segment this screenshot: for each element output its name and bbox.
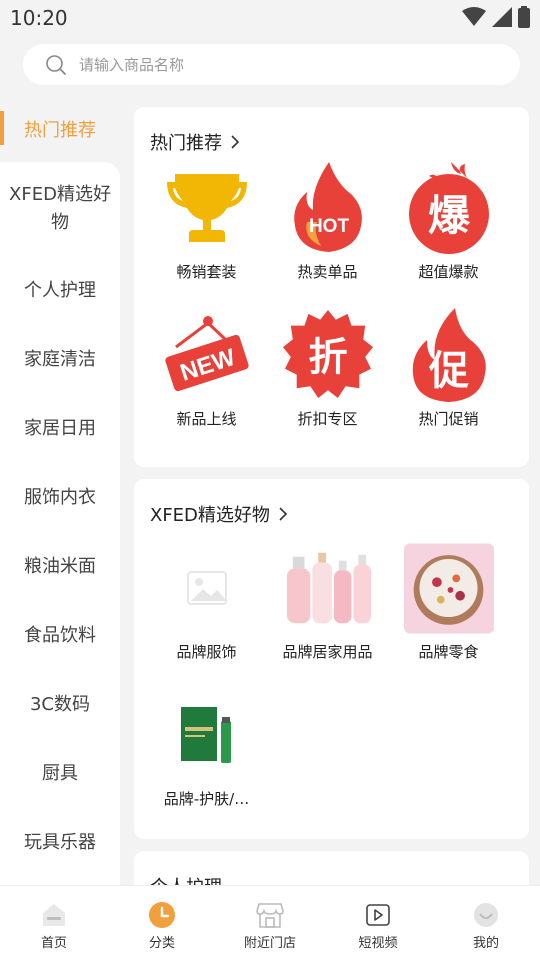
section-title-link[interactable]: 热门推荐 bbox=[134, 127, 529, 157]
sidebar-list: XFED精选好 物 个人护理 家庭清洁 家居日用 服饰内衣 粮油米面 食品饮料 … bbox=[0, 162, 120, 885]
sidebar-item-label: 家庭清洁 bbox=[24, 348, 96, 370]
grid-item-brand-apparel[interactable]: 品牌服饰 bbox=[146, 541, 267, 688]
grid-item-label: 热门促销 bbox=[418, 410, 479, 428]
status-icons bbox=[462, 6, 530, 28]
video-icon bbox=[366, 904, 390, 926]
grid-item-brand-home[interactable]: 品牌居家用品 bbox=[267, 541, 388, 688]
search-input[interactable]: 请输入商品名称 bbox=[23, 44, 520, 85]
grid-item-label: 品牌-护肤/… bbox=[163, 790, 250, 808]
grid-item-hot-single[interactable]: HOT 热卖单品 bbox=[267, 161, 388, 308]
category-content: 热门推荐 畅销套装 HOT 热卖单品 爆 超值爆款 NEW 新品上线 折 折扣专… bbox=[134, 107, 529, 885]
section-title: 个人护理 bbox=[150, 873, 222, 885]
nav-label: 我的 bbox=[472, 936, 499, 951]
trophy-icon bbox=[166, 174, 247, 242]
nav-label: 短视频 bbox=[358, 936, 398, 951]
grid-item-label: 品牌零食 bbox=[418, 643, 479, 661]
signal-icon bbox=[492, 7, 512, 27]
sidebar-item-label: 服饰内衣 bbox=[24, 486, 96, 508]
sidebar-item-toys[interactable]: 玩具乐器 bbox=[0, 808, 120, 877]
sidebar-item-personal-care[interactable]: 个人护理 bbox=[0, 256, 120, 325]
grid-item-promotion[interactable]: 促 热门促销 bbox=[388, 308, 509, 455]
nav-home[interactable]: 首页 bbox=[4, 901, 104, 951]
discount-badge-icon: 折 bbox=[282, 310, 373, 399]
nav-label: 首页 bbox=[40, 936, 67, 951]
sidebar-item-label: 个人护理 bbox=[24, 279, 96, 301]
sidebar-item-label: 热门推荐 bbox=[24, 120, 96, 141]
grid-item-bestseller[interactable]: 畅销套装 bbox=[146, 161, 267, 308]
sidebar-item-label: 3C数码 bbox=[29, 693, 91, 715]
status-bar: 10:20 bbox=[0, 0, 540, 36]
bottles-image bbox=[286, 552, 371, 624]
sidebar-item-label: 物 bbox=[50, 212, 69, 233]
bottom-nav: 首页 分类 附近门店 短视频 我的 bbox=[0, 885, 540, 960]
sidebar-item-xfed[interactable]: XFED精选好 物 bbox=[0, 162, 120, 256]
snack-bowl-image bbox=[403, 543, 494, 633]
grid-item-label: 折扣专区 bbox=[297, 410, 358, 428]
section-title: XFED精选好物 bbox=[150, 505, 270, 526]
store-icon bbox=[256, 903, 284, 928]
search-placeholder: 请输入商品名称 bbox=[79, 56, 185, 74]
hot-flame-icon: HOT bbox=[293, 162, 362, 252]
grid-item-new-arrivals[interactable]: NEW 新品上线 bbox=[146, 308, 267, 455]
hot-text: HOT bbox=[308, 216, 349, 237]
wifi-icon bbox=[462, 7, 486, 26]
zhe-text: 折 bbox=[308, 336, 347, 381]
section-xfed: XFED精选好物 品牌服饰 品牌居家用品 品牌零食 品牌-护肤/… bbox=[134, 479, 529, 839]
chevron-right-icon bbox=[231, 135, 240, 149]
profile-icon bbox=[474, 903, 498, 927]
bao-text: 爆 bbox=[427, 191, 470, 240]
grid-item-label: 新品上线 bbox=[176, 410, 237, 428]
new-sign-icon: NEW bbox=[164, 316, 249, 392]
nav-category[interactable]: 分类 bbox=[112, 901, 212, 951]
grid-item-label: 畅销套装 bbox=[176, 263, 237, 281]
nav-label: 附近门店 bbox=[243, 936, 296, 951]
section-title-link[interactable]: 个人护理 bbox=[134, 871, 529, 885]
skincare-box-image bbox=[180, 707, 231, 763]
sidebar-item-label: 家居日用 bbox=[24, 417, 96, 439]
explosion-icon: 爆 bbox=[408, 162, 489, 254]
grid-item-brand-snacks[interactable]: 品牌零食 bbox=[388, 541, 509, 688]
section-personal-care: 个人护理 bbox=[134, 851, 529, 885]
sidebar-item-label: 食品饮料 bbox=[24, 624, 96, 646]
section-title: 热门推荐 bbox=[150, 133, 222, 154]
sidebar-item-label: 粮油米面 bbox=[24, 555, 96, 577]
home-icon bbox=[43, 904, 65, 926]
search-icon bbox=[46, 54, 66, 75]
section-hot: 热门推荐 畅销套装 HOT 热卖单品 爆 超值爆款 NEW 新品上线 折 折扣专… bbox=[134, 107, 529, 467]
sidebar-item-label: 厨具 bbox=[42, 762, 78, 784]
promo-flame-icon: 促 bbox=[412, 308, 486, 402]
section-title-link[interactable]: XFED精选好物 bbox=[134, 499, 529, 529]
sidebar-item-food-drink[interactable]: 食品饮料 bbox=[0, 601, 120, 670]
grid-item-brand-skincare[interactable]: 品牌-护肤/… bbox=[146, 688, 267, 835]
sidebar-item-hot[interactable]: 热门推荐 bbox=[0, 100, 120, 162]
category-icon bbox=[149, 902, 175, 928]
sidebar-item-apparel[interactable]: 服饰内衣 bbox=[0, 463, 120, 532]
image-placeholder-icon bbox=[186, 571, 227, 605]
nav-profile[interactable]: 我的 bbox=[436, 901, 536, 951]
category-sidebar: 热门推荐 XFED精选好 物 个人护理 家庭清洁 家居日用 服饰内衣 粮油米面 … bbox=[0, 100, 120, 885]
grid-item-label: 超值爆款 bbox=[418, 263, 479, 281]
grid-item-label: 热卖单品 bbox=[297, 263, 358, 281]
sidebar-item-grain-oil[interactable]: 粮油米面 bbox=[0, 532, 120, 601]
grid-item-super-deal[interactable]: 爆 超值爆款 bbox=[388, 161, 509, 308]
sidebar-item-label: XFED精选好 bbox=[9, 184, 111, 205]
sidebar-item-fresh[interactable]: 生鲜 bbox=[0, 877, 120, 885]
battery-icon bbox=[518, 6, 530, 28]
cu-text: 促 bbox=[428, 348, 469, 394]
nav-short-video[interactable]: 短视频 bbox=[328, 901, 428, 951]
chevron-right-icon bbox=[279, 507, 288, 521]
sidebar-item-label: 玩具乐器 bbox=[24, 831, 96, 853]
sidebar-item-household[interactable]: 家居日用 bbox=[0, 394, 120, 463]
sidebar-item-home-cleaning[interactable]: 家庭清洁 bbox=[0, 325, 120, 394]
grid-item-label: 品牌服饰 bbox=[176, 643, 237, 661]
grid-item-discount[interactable]: 折 折扣专区 bbox=[267, 308, 388, 455]
status-time: 10:20 bbox=[10, 6, 68, 30]
sidebar-item-3c[interactable]: 3C数码 bbox=[0, 670, 120, 739]
nav-label: 分类 bbox=[148, 936, 175, 951]
grid-item-label: 品牌居家用品 bbox=[282, 643, 373, 661]
sidebar-item-kitchen[interactable]: 厨具 bbox=[0, 739, 120, 808]
nav-nearby-stores[interactable]: 附近门店 bbox=[220, 901, 320, 951]
